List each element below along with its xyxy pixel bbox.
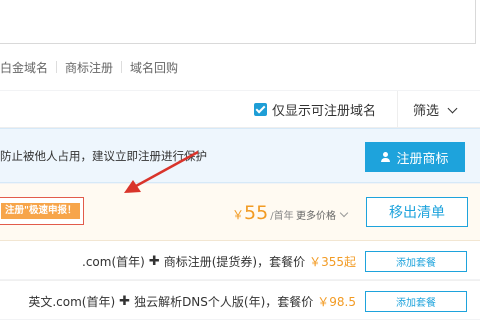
- link-platinum-domain[interactable]: 白金域名: [0, 59, 48, 76]
- more-prices-label: 更多价格: [296, 211, 336, 222]
- package-domain: .com(首年): [82, 255, 145, 269]
- chevron-down-icon: [447, 103, 458, 113]
- search-input[interactable]: [0, 0, 476, 44]
- search-area: 白金域名 商标注册 域名回购: [0, 0, 480, 90]
- divider: [397, 91, 398, 127]
- checkbox-checked-icon[interactable]: [254, 103, 267, 116]
- register-trademark-label: 注册商标: [396, 151, 449, 167]
- package-price: ￥355起: [309, 255, 356, 269]
- price: ￥55/首年: [232, 202, 294, 224]
- filter-bar: 仅显示可注册域名 筛选: [0, 91, 480, 128]
- package-description: .com(首年) ✚ 商标注册(提货券)，套餐价 ￥355起: [82, 253, 356, 270]
- more-prices-toggle[interactable]: 更多价格: [296, 207, 349, 222]
- domain-result-row: 注册"极速申报！ ￥55/首年 更多价格 移出清单: [0, 184, 480, 241]
- plus-icon: ✚: [119, 294, 131, 309]
- package-domain: 英文.com(首年): [28, 295, 116, 309]
- only-registrable-label: 仅显示可注册域名: [272, 104, 377, 119]
- price-unit: /首年: [270, 211, 294, 222]
- price-value: 55: [244, 202, 269, 224]
- price-currency: ￥: [232, 208, 245, 222]
- user-icon: [381, 152, 391, 162]
- chevron-down-icon: [339, 208, 349, 218]
- trademark-notice: 防止被他人占用，建议立即注册进行保护 注册商标: [0, 128, 480, 183]
- promo-tag[interactable]: 注册"极速申报！: [1, 203, 81, 219]
- notice-text: 防止被他人占用，建议立即注册进行保护: [0, 149, 207, 163]
- register-trademark-button[interactable]: 注册商标: [365, 142, 465, 172]
- filter-dropdown[interactable]: 筛选: [413, 100, 458, 119]
- filter-label: 筛选: [413, 104, 440, 119]
- only-registrable-checkbox[interactable]: 仅显示可注册域名: [254, 100, 376, 119]
- package-price: ￥98.5: [317, 295, 356, 309]
- add-package-button[interactable]: 添加套餐: [365, 251, 467, 272]
- link-divider: [121, 61, 123, 73]
- package-addon: 独云解析DNS个人版(年)，套餐价: [134, 295, 314, 309]
- plus-icon: ✚: [148, 254, 160, 269]
- quick-links: 白金域名 商标注册 域名回购: [0, 58, 178, 76]
- link-divider: [56, 61, 58, 73]
- package-description: 英文.com(首年) ✚ 独云解析DNS个人版(年)，套餐价 ￥98.5: [28, 293, 356, 310]
- link-trademark-registration[interactable]: 商标注册: [65, 59, 113, 76]
- remove-from-list-button[interactable]: 移出清单: [366, 197, 468, 227]
- promo-highlight-box: 注册"极速申报！: [0, 197, 84, 225]
- package-row: .com(首年) ✚ 商标注册(提货券)，套餐价 ￥355起 添加套餐: [0, 241, 480, 279]
- link-domain-buyback[interactable]: 域名回购: [130, 59, 178, 76]
- add-package-button[interactable]: 添加套餐: [365, 291, 467, 312]
- package-row: 英文.com(首年) ✚ 独云解析DNS个人版(年)，套餐价 ￥98.5 添加套…: [0, 280, 480, 319]
- package-addon: 商标注册(提货券)，套餐价: [163, 255, 306, 269]
